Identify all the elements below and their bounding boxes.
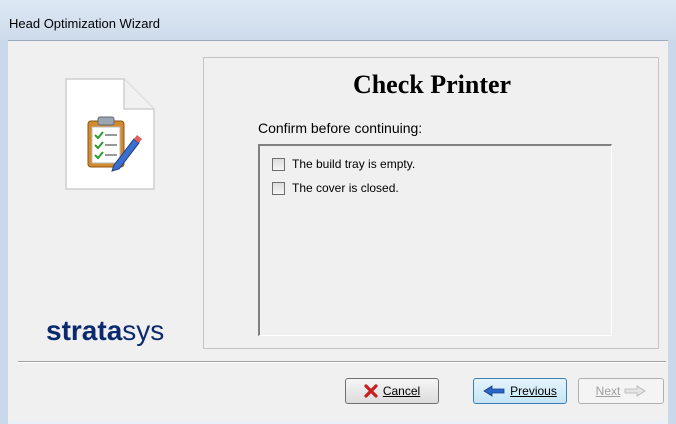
next-label: Next	[595, 384, 621, 398]
checkbox[interactable]	[272, 157, 285, 171]
forward-arrow-icon	[624, 385, 647, 397]
next-button[interactable]: Next	[578, 378, 664, 404]
cancel-label: Cancel	[382, 384, 421, 398]
sidebar-panel: stratasys	[18, 57, 204, 349]
back-arrow-icon	[483, 385, 505, 397]
stratasys-logo: stratasys	[46, 315, 165, 346]
checklist-box: The build tray is empty. The cover is cl…	[258, 144, 612, 336]
page-title: Check Printer	[352, 70, 512, 99]
clipboard-icon	[65, 78, 155, 190]
wizard-window: Head Optimization Wizard stratasys Check…	[0, 0, 676, 424]
title-bar[interactable]: Head Optimization Wizard	[0, 0, 676, 40]
wizard-content-panel: Check Printer Confirm before continuing:…	[203, 57, 659, 349]
check-build-tray[interactable]: The build tray is empty.	[272, 156, 415, 172]
button-separator	[18, 361, 666, 363]
window-title: Head Optimization Wizard	[9, 16, 160, 31]
instruction-label: Confirm before continuing:	[258, 120, 423, 136]
window-frame-right	[668, 40, 676, 424]
cancel-button[interactable]: Cancel	[345, 378, 439, 404]
checkbox-label: The build tray is empty.	[292, 157, 416, 171]
previous-label: Previous	[510, 384, 557, 398]
check-cover-closed[interactable]: The cover is closed.	[272, 180, 399, 196]
checkbox-label: The cover is closed.	[292, 181, 399, 195]
red-x-icon	[364, 384, 378, 398]
window-frame-left	[0, 40, 8, 424]
checkbox[interactable]	[272, 181, 285, 195]
previous-button[interactable]: Previous	[473, 378, 567, 404]
wizard-client-area: stratasys Check Printer Confirm before c…	[8, 40, 668, 421]
